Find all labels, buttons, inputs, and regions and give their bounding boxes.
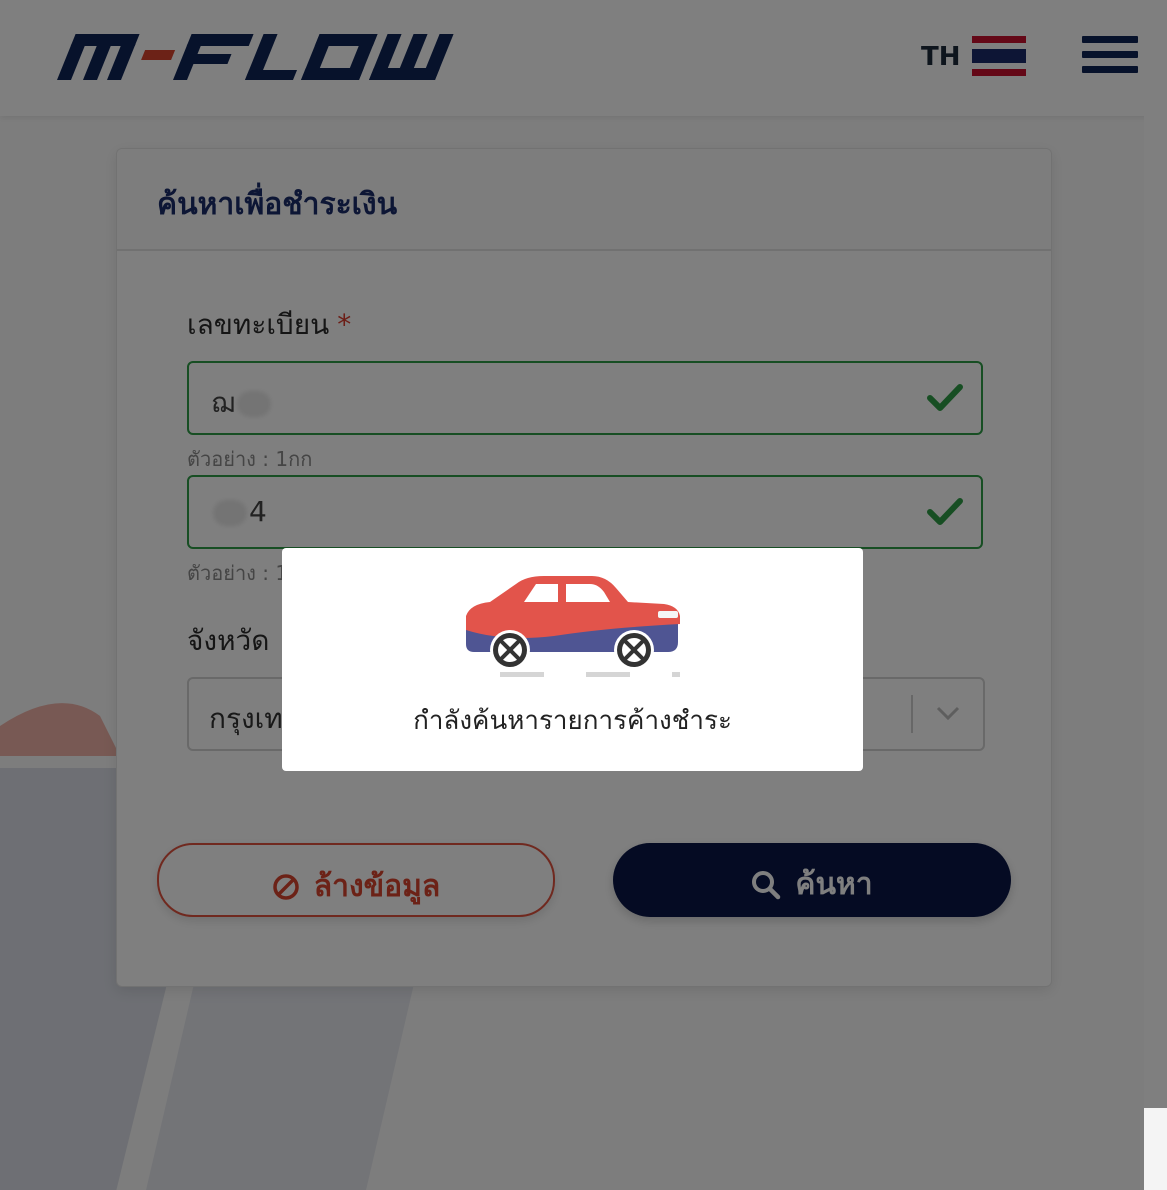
wheel [490, 630, 530, 670]
loading-modal: กำลังค้นหารายการค้างชำระ [282, 548, 863, 771]
scrollbar-track[interactable] [1144, 0, 1167, 1108]
scrollbar-corner [1144, 1108, 1167, 1190]
loading-message: กำลังค้นหารายการค้างชำระ [413, 706, 732, 736]
car-loading-icon [466, 576, 680, 677]
wheel [614, 630, 654, 670]
page: TH ค้นหาเพื่อชำระเงิน เลขทะเบียน* [0, 0, 1167, 1190]
